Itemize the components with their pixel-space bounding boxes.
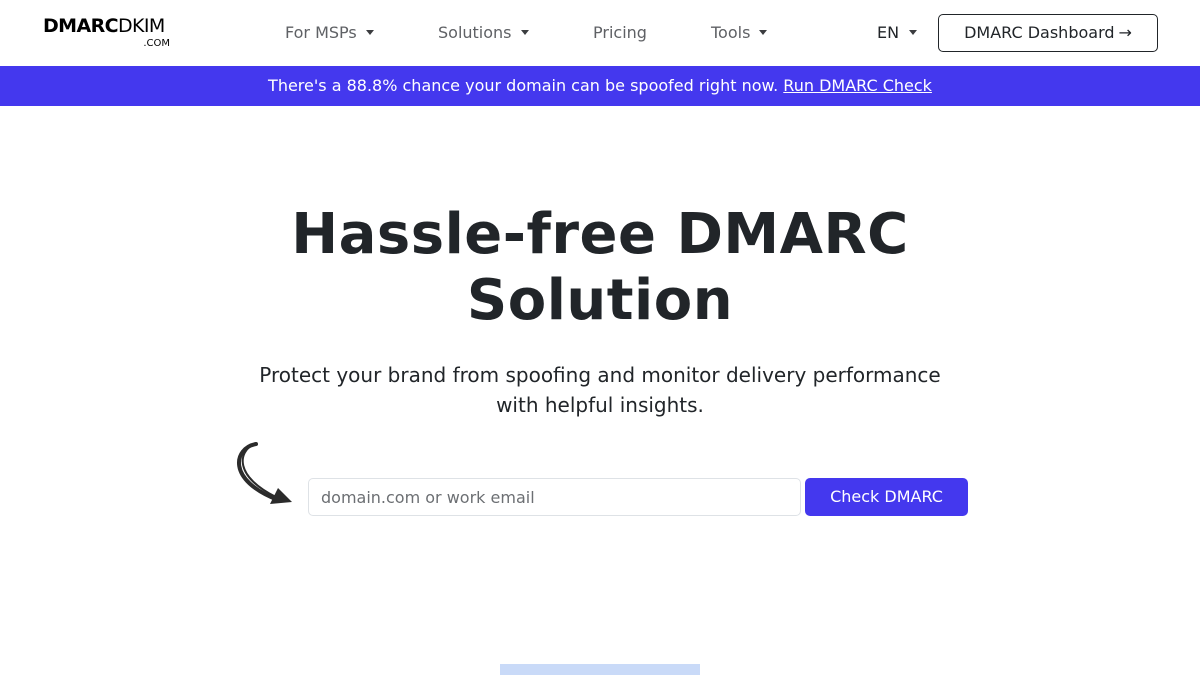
- nav-item-pricing[interactable]: Pricing: [593, 21, 647, 45]
- hero-title: Hassle-free DMARC Solution: [291, 202, 909, 333]
- dmarc-dashboard-button[interactable]: DMARC Dashboard →: [938, 14, 1158, 52]
- arrow-right-icon: →: [1118, 23, 1132, 42]
- nav-item-for-msps[interactable]: For MSPs: [285, 21, 374, 45]
- banner-text: There's a 88.8% chance your domain can b…: [268, 76, 779, 95]
- domain-email-input[interactable]: [308, 478, 801, 516]
- logo-regular-text: DKIM: [117, 15, 165, 37]
- language-label: EN: [877, 23, 900, 42]
- caret-down-icon: [759, 30, 768, 35]
- logo-bold-text: DMARC: [43, 15, 119, 37]
- logo-suffix: .COM: [143, 38, 170, 49]
- top-navbar: DMARCDKIM .COM For MSPs Solutions Pricin…: [0, 0, 1200, 66]
- language-selector[interactable]: EN: [877, 21, 918, 45]
- check-dmarc-button[interactable]: Check DMARC: [805, 478, 968, 516]
- nav-item-label: Tools: [711, 23, 751, 42]
- dashboard-button-label: DMARC Dashboard: [964, 23, 1115, 42]
- nav-item-label: For MSPs: [285, 23, 357, 42]
- nav-item-label: Solutions: [438, 23, 512, 42]
- nav-item-label: Pricing: [593, 23, 647, 42]
- caret-down-icon: [365, 30, 374, 35]
- hero-subtitle: Protect your brand from spoofing and mon…: [259, 363, 941, 417]
- run-dmarc-check-link[interactable]: Run DMARC Check: [783, 76, 932, 95]
- nav-item-solutions[interactable]: Solutions: [438, 21, 529, 45]
- logo-wordmark: DMARCDKIM: [43, 15, 173, 37]
- nav-item-tools[interactable]: Tools: [711, 21, 768, 45]
- caret-down-icon: [909, 30, 918, 35]
- dmarcdkim-logo[interactable]: DMARCDKIM .COM: [43, 15, 173, 51]
- hero-preview-image: [500, 664, 700, 675]
- curved-arrow-icon: [237, 442, 292, 504]
- caret-down-icon: [520, 30, 529, 35]
- spoofing-alert-banner: There's a 88.8% chance your domain can b…: [0, 66, 1200, 106]
